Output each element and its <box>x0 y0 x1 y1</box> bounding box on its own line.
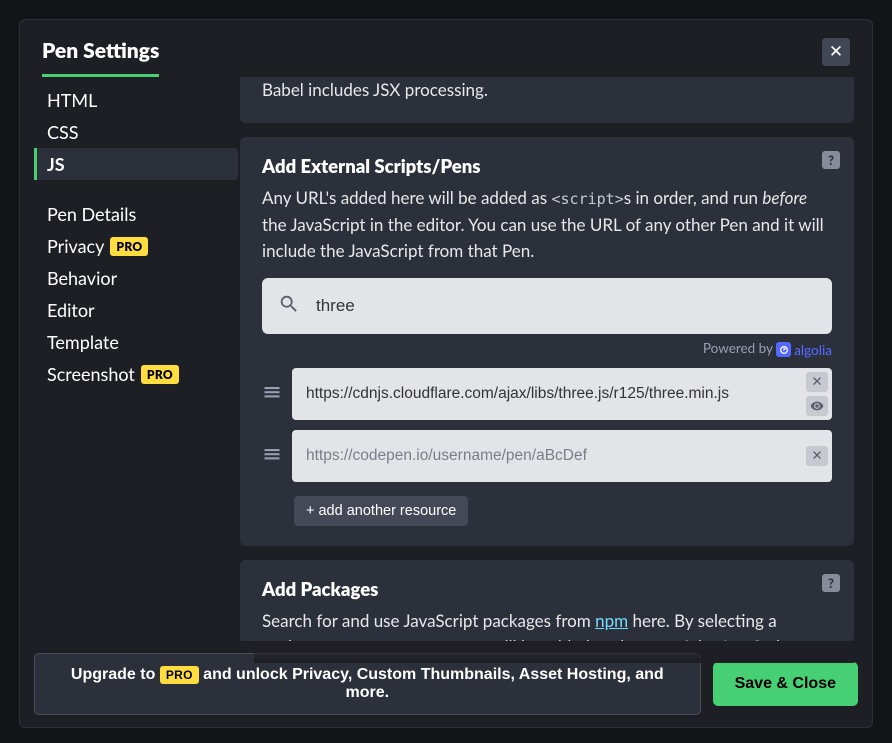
panel-description: Any URL's added here will be added as <s… <box>262 185 832 264</box>
pro-badge: PRO <box>110 237 148 256</box>
sidebar-item-label: HTML <box>47 89 97 111</box>
save-close-button[interactable]: Save & Close <box>713 662 858 706</box>
npm-link[interactable]: npm <box>595 610 628 631</box>
sidebar-item-template[interactable]: Template <box>34 326 238 358</box>
resource-row: ✕ <box>262 430 832 482</box>
algolia-badge[interactable]: algolia <box>776 342 832 358</box>
panel-description: Search for and use JavaScript packages f… <box>262 608 832 641</box>
sidebar-item-editor[interactable]: Editor <box>34 294 238 326</box>
pro-badge: PRO <box>141 365 179 384</box>
close-icon: ✕ <box>811 448 822 464</box>
preprocessor-panel-tail: Babel includes JSX processing. <box>240 77 854 123</box>
sidebar-item-label: CSS <box>47 121 79 143</box>
cdn-search-input[interactable] <box>262 278 832 334</box>
sidebar-item-label: Editor <box>47 299 95 321</box>
drag-handle-icon[interactable] <box>262 382 282 406</box>
remove-resource-button[interactable]: ✕ <box>806 372 828 392</box>
babel-note: Babel includes JSX processing. <box>262 77 832 103</box>
help-icon[interactable]: ? <box>822 151 840 169</box>
sidebar-item-behavior[interactable]: Behavior <box>34 262 238 294</box>
eye-icon <box>810 399 824 413</box>
sidebar-item-screenshot[interactable]: Screenshot PRO <box>34 358 238 390</box>
code-tag: import <box>353 639 407 641</box>
resource-url-input[interactable] <box>292 368 832 420</box>
panel-title: Add Packages <box>262 578 832 600</box>
sidebar-item-label: Screenshot <box>47 363 135 385</box>
cdn-search-field <box>262 278 832 334</box>
help-icon[interactable]: ? <box>822 574 840 592</box>
code-tag: <script> <box>551 190 623 208</box>
close-icon: ✕ <box>811 374 822 390</box>
algolia-logo-icon <box>776 342 791 357</box>
sidebar-item-privacy[interactable]: Privacy PRO <box>34 230 238 262</box>
sidebar: HTML CSS JS Pen Details Privacy PRO Beha… <box>20 77 240 641</box>
upgrade-button[interactable]: Upgrade to PRO and unlock Privacy, Custo… <box>34 653 701 715</box>
drag-handle-icon[interactable] <box>262 444 282 468</box>
modal-body: HTML CSS JS Pen Details Privacy PRO Beha… <box>20 77 872 641</box>
settings-content[interactable]: Babel includes JSX processing. ? Add Ext… <box>240 77 872 641</box>
resource-row: ✕ <box>262 368 832 420</box>
sidebar-item-label: Pen Details <box>47 203 136 225</box>
panel-title: Add External Scripts/Pens <box>262 155 832 177</box>
sidebar-item-label: Template <box>47 331 119 353</box>
modal-header: Pen Settings ✕ <box>20 20 872 77</box>
sidebar-item-js[interactable]: JS <box>34 148 238 180</box>
modal-title: Pen Settings <box>42 38 159 77</box>
close-button[interactable]: ✕ <box>822 38 850 66</box>
view-resource-button[interactable] <box>806 396 828 416</box>
sidebar-item-label: Privacy <box>47 235 104 257</box>
sidebar-item-html[interactable]: HTML <box>34 84 238 116</box>
remove-resource-button[interactable]: ✕ <box>806 446 828 466</box>
powered-by-algolia: Powered by algolia <box>262 340 832 358</box>
add-packages-panel: ? Add Packages Search for and use JavaSc… <box>240 560 854 641</box>
pen-settings-modal: Pen Settings ✕ HTML CSS JS Pen Details P… <box>19 19 873 728</box>
modal-footer: Upgrade to PRO and unlock Privacy, Custo… <box>20 641 872 727</box>
sidebar-item-pen-details[interactable]: Pen Details <box>34 198 238 230</box>
search-icon <box>278 293 300 319</box>
pro-badge: PRO <box>160 666 199 684</box>
close-icon: ✕ <box>829 42 843 61</box>
external-scripts-panel: ? Add External Scripts/Pens Any URL's ad… <box>240 137 854 546</box>
sidebar-item-label: JS <box>47 153 65 175</box>
sidebar-item-label: Behavior <box>47 267 117 289</box>
add-resource-button[interactable]: + add another resource <box>294 496 468 526</box>
resource-url-input[interactable] <box>292 430 832 482</box>
sidebar-item-css[interactable]: CSS <box>34 116 238 148</box>
